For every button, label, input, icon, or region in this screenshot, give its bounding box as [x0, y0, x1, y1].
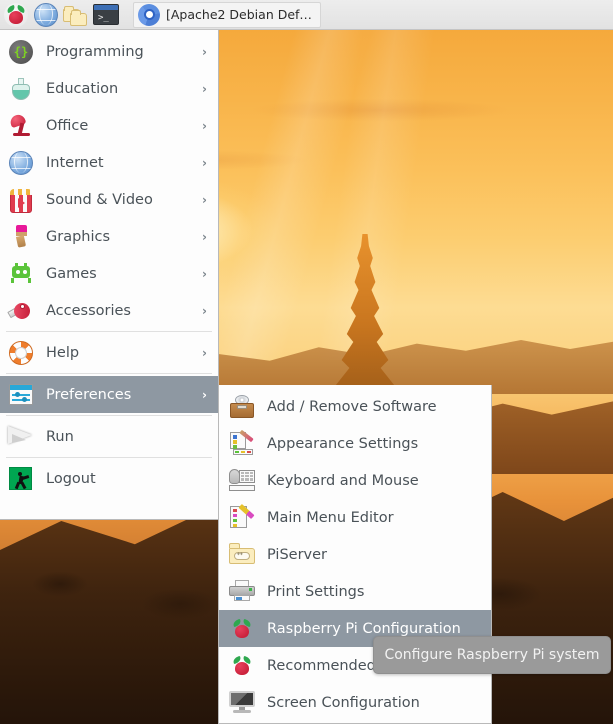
run-icon: [8, 424, 34, 450]
internet-icon: [8, 150, 34, 176]
submenu-item-label: Screen Configuration: [267, 694, 420, 711]
piserver-icon: ↔: [229, 542, 255, 568]
games-icon: [8, 261, 34, 287]
menu-item-label: Help: [46, 344, 80, 361]
submenu-item-main-menu-editor[interactable]: Main Menu Editor: [219, 499, 491, 536]
terminal-prompt-text: >_: [98, 13, 109, 23]
submenu-item-label: Add / Remove Software: [267, 398, 437, 415]
submenu-item-label: PiServer: [267, 546, 328, 563]
submenu-item-label: Keyboard and Mouse: [267, 472, 419, 489]
menu-item-education[interactable]: Education ›: [0, 70, 218, 107]
menu-separator: [6, 415, 212, 416]
terminal-icon[interactable]: >_: [91, 1, 121, 29]
chevron-right-icon: ›: [202, 155, 207, 170]
menu-item-help[interactable]: Help ›: [0, 334, 218, 371]
submenu-item-label: Raspberry Pi Configuration: [267, 620, 461, 637]
raspberry-pi-icon: [229, 616, 255, 642]
raspberry-pi-menu-icon[interactable]: [1, 1, 31, 29]
submenu-item-label: Print Settings: [267, 583, 365, 600]
submenu-item-screen-configuration[interactable]: Screen Configuration: [219, 684, 491, 721]
menu-item-label: Internet: [46, 154, 104, 171]
tooltip: Configure Raspberry Pi system: [373, 636, 611, 674]
menu-item-label: Sound & Video: [46, 191, 153, 208]
submenu-item-add-remove-software[interactable]: Add / Remove Software: [219, 388, 491, 425]
menu-separator: [6, 373, 212, 374]
menu-item-label: Office: [46, 117, 89, 134]
raspberry-glyph: [4, 2, 28, 27]
chevron-right-icon: ›: [202, 345, 207, 360]
office-icon: [8, 112, 34, 139]
file-manager-icon[interactable]: [61, 1, 91, 29]
submenu-item-piserver[interactable]: ↔ PiServer: [219, 536, 491, 573]
sound-video-icon: [8, 187, 34, 213]
submenu-item-keyboard-and-mouse[interactable]: Keyboard and Mouse: [219, 462, 491, 499]
chevron-right-icon: ›: [202, 303, 207, 318]
print-settings-icon: [229, 579, 255, 605]
submenu-item-label: Appearance Settings: [267, 435, 419, 452]
chevron-right-icon: ›: [202, 387, 207, 402]
raspberry-pi-icon: [229, 653, 255, 679]
menu-item-logout[interactable]: Logout: [0, 460, 218, 497]
menu-item-programming[interactable]: {} Programming ›: [0, 33, 218, 70]
menu-item-label: Preferences: [46, 386, 132, 403]
education-icon: [8, 76, 34, 102]
screen-configuration-icon: [229, 690, 255, 716]
globe-glyph: [34, 2, 58, 27]
menu-item-internet[interactable]: Internet ›: [0, 144, 218, 181]
menu-item-label: Programming: [46, 43, 144, 60]
chevron-right-icon: ›: [202, 192, 207, 207]
menu-item-label: Games: [46, 265, 97, 282]
chevron-right-icon: ›: [202, 266, 207, 281]
programming-icon: {}: [8, 39, 34, 65]
help-icon: [8, 340, 34, 366]
logout-icon: [8, 466, 34, 492]
menu-item-office[interactable]: Office ›: [0, 107, 218, 144]
menu-item-label: Run: [46, 428, 74, 445]
menu-item-label: Accessories: [46, 302, 131, 319]
tooltip-text: Configure Raspberry Pi system: [384, 647, 600, 663]
chevron-right-icon: ›: [202, 81, 207, 96]
graphics-icon: [8, 224, 34, 250]
keyboard-mouse-icon: [229, 468, 255, 494]
main-menu-editor-icon: [229, 503, 255, 531]
terminal-glyph: >_: [93, 4, 119, 25]
menu-item-label: Logout: [46, 470, 96, 487]
submenu-item-appearance-settings[interactable]: Appearance Settings: [219, 425, 491, 462]
menu-item-preferences[interactable]: Preferences ›: [0, 376, 218, 413]
window-title: [Apache2 Debian Def…: [166, 7, 312, 22]
menu-item-label: Graphics: [46, 228, 111, 245]
menu-item-label: Education: [46, 80, 119, 97]
chromium-icon: [138, 3, 160, 26]
menu-item-graphics[interactable]: Graphics ›: [0, 218, 218, 255]
menu-item-sound-video[interactable]: Sound & Video ›: [0, 181, 218, 218]
menu-separator: [6, 457, 212, 458]
preferences-icon: [8, 382, 34, 408]
submenu-item-label: Main Menu Editor: [267, 509, 394, 526]
web-browser-icon[interactable]: [31, 1, 61, 29]
taskbar: >_ [Apache2 Debian Def…: [0, 0, 613, 30]
submenu-item-print-settings[interactable]: Print Settings: [219, 573, 491, 610]
chevron-right-icon: ›: [202, 229, 207, 244]
menu-item-accessories[interactable]: Accessories ›: [0, 292, 218, 329]
menu-item-games[interactable]: Games ›: [0, 255, 218, 292]
chevron-right-icon: ›: [202, 44, 207, 59]
menu-item-run[interactable]: Run: [0, 418, 218, 455]
taskbar-window-button[interactable]: [Apache2 Debian Def…: [133, 1, 321, 28]
main-menu-panel: {} Programming › Education › Office › In…: [0, 30, 219, 520]
chevron-right-icon: ›: [202, 118, 207, 133]
add-remove-software-icon: [229, 394, 255, 420]
appearance-settings-icon: [229, 429, 255, 457]
folders-glyph: [63, 3, 89, 27]
accessories-icon: [7, 298, 34, 324]
menu-separator: [6, 331, 212, 332]
